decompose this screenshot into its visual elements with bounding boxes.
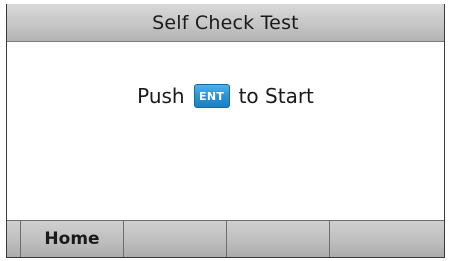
softkey-4[interactable] (330, 221, 443, 257)
softkey-home[interactable]: Home (21, 221, 124, 257)
softkey-2[interactable] (124, 221, 227, 257)
instruction-message: Push ENT to Start (7, 84, 444, 108)
title-bar: Self Check Test (7, 4, 444, 42)
display-screen: Self Check Test Push ENT to Start Home (6, 4, 445, 258)
softkey-edge (7, 221, 21, 257)
ent-key-icon: ENT (193, 84, 230, 108)
message-suffix: to Start (238, 84, 314, 108)
softkey-bar: Home (7, 220, 444, 257)
softkey-3[interactable] (227, 221, 330, 257)
screen-title: Self Check Test (152, 11, 299, 34)
message-prefix: Push (137, 84, 185, 108)
